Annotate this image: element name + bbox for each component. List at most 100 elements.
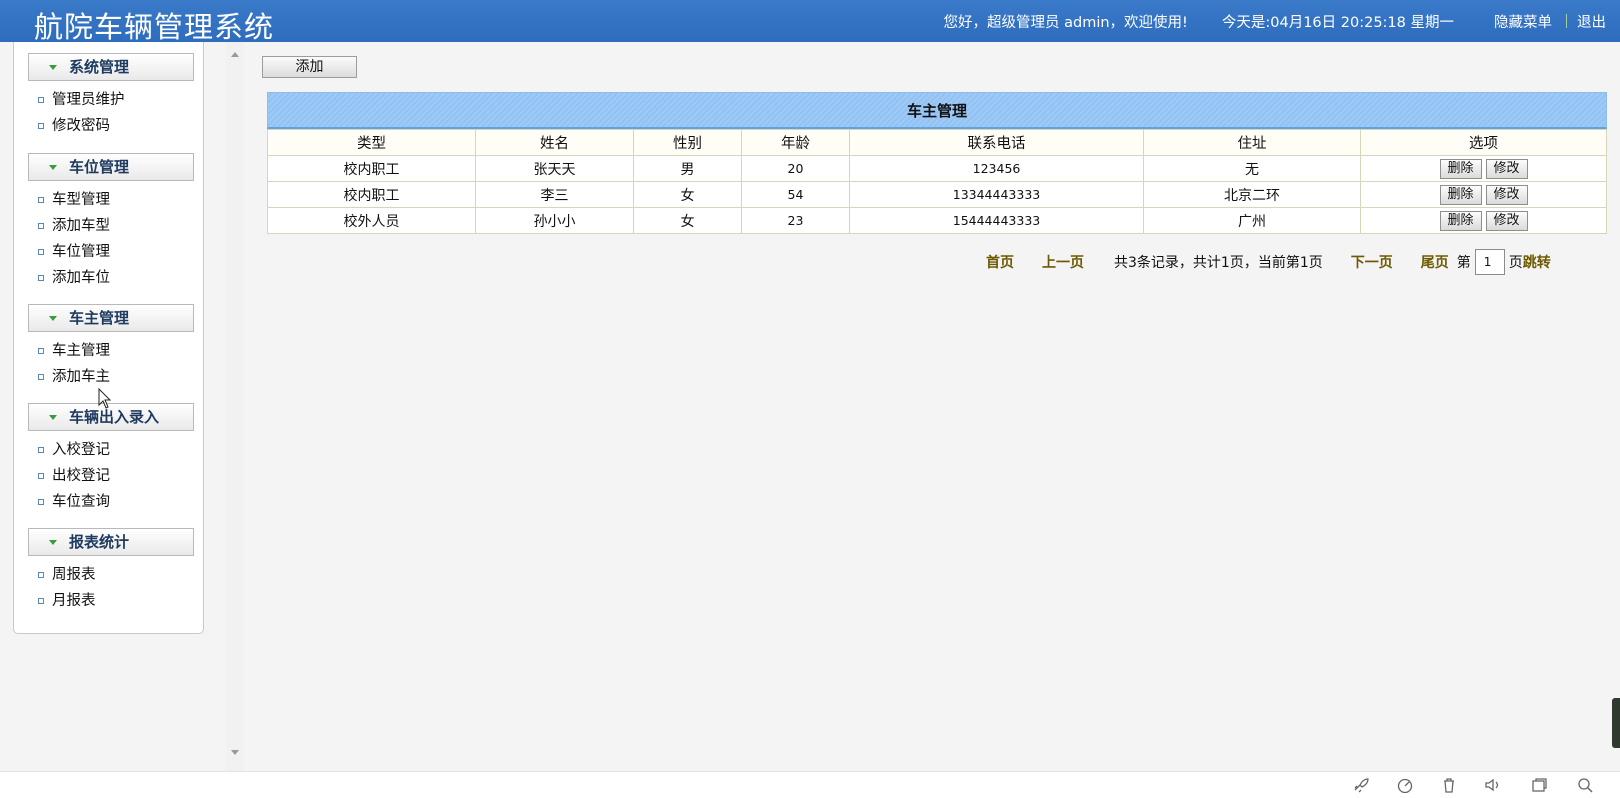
menu-label: 管理员维护 [52,92,125,108]
rocket-icon[interactable] [1352,777,1370,793]
menu-item-owner-manage[interactable]: 车主管理 [38,340,110,362]
browser-bottom-bar [0,771,1620,798]
edit-button[interactable]: 修改 [1485,158,1528,179]
menu-item-admin-maintain[interactable]: 管理员维护 [38,89,125,111]
cell-gender: 男 [633,155,742,182]
bullet-icon [38,473,44,479]
col-address: 住址 [1143,129,1361,156]
section-reports[interactable]: 报表统计 [28,528,194,556]
section-title: 车位管理 [69,158,130,176]
menu-item-car-type[interactable]: 车型管理 [38,189,110,211]
menu-item-weekly-report[interactable]: 周报表 [38,564,96,586]
menu-item-monthly-report[interactable]: 月报表 [38,590,96,612]
cell-phone: 15444443333 [849,207,1144,234]
window-icon[interactable] [1530,777,1548,793]
bullet-icon [38,447,44,453]
speedometer-icon[interactable] [1396,777,1414,793]
menu-label: 车位管理 [52,244,110,260]
menu-label: 周报表 [52,567,96,583]
cell-name: 李三 [475,181,634,208]
bullet-icon [38,223,44,229]
menu-label: 车主管理 [52,343,110,359]
hide-menu-link[interactable]: 隐藏菜单 [1494,11,1552,32]
prev-page-link[interactable]: 上一页 [1042,252,1084,272]
page-number-input[interactable]: 1 [1474,249,1505,275]
col-options: 选项 [1360,129,1607,156]
scroll-up-icon[interactable] [231,52,239,57]
first-page-link[interactable]: 首页 [986,252,1014,272]
menu-item-exit-register[interactable]: 出校登记 [38,465,110,487]
bullet-icon [38,348,44,354]
search-icon[interactable] [1576,777,1594,793]
table-header-row: 类型 姓名 性别 年龄 联系电话 住址 选项 [267,129,1607,156]
delete-button[interactable]: 删除 [1439,158,1482,179]
col-gender: 性别 [633,129,742,156]
section-title: 系统管理 [69,58,130,76]
section-title: 报表统计 [69,533,130,551]
cell-type: 校内职工 [267,155,476,182]
bullet-icon [38,499,44,505]
cell-address: 北京二环 [1143,181,1361,208]
table-caption: 车主管理 [267,92,1607,129]
bullet-icon [38,249,44,255]
cell-type: 校外人员 [267,207,476,234]
bullet-icon [38,197,44,203]
jump-link[interactable]: 跳转 [1523,252,1551,272]
page-summary: 共3条记录，共计1页，当前第1页 [1114,255,1323,271]
main-content: 添加 车主管理 类型 姓名 性别 年龄 联系电话 住址 选项 校内职工 张天天 … [250,42,1610,771]
col-age: 年龄 [741,129,850,156]
sidebar: 系统管理 管理员维护 修改密码 车位管理 车型管理 添加车型 车位管理 添加车位… [13,42,204,634]
collapse-arrow-icon [49,415,57,420]
menu-item-parking-query[interactable]: 车位查询 [38,491,110,513]
section-parking[interactable]: 车位管理 [28,153,194,181]
speaker-icon[interactable] [1484,777,1502,793]
menu-item-change-password[interactable]: 修改密码 [38,115,110,137]
last-page-link[interactable]: 尾页 [1421,252,1449,272]
collapse-arrow-icon [49,540,57,545]
table-row: 校内职工 张天天 男 20 123456 无 删除 修改 [267,155,1607,182]
menu-item-parking-manage[interactable]: 车位管理 [38,241,110,263]
edit-button[interactable]: 修改 [1485,184,1528,205]
table-row: 校内职工 李三 女 54 13344443333 北京二环 删除 修改 [267,181,1607,208]
menu-label: 添加车主 [52,369,110,385]
next-page-link[interactable]: 下一页 [1351,252,1393,272]
app-title: 航院车辆管理系统 [34,10,275,44]
scroll-down-icon[interactable] [231,750,239,755]
bullet-icon [38,275,44,281]
section-system[interactable]: 系统管理 [28,53,194,81]
bullet-icon [38,598,44,604]
col-type: 类型 [267,129,476,156]
add-button[interactable]: 添加 [262,56,357,78]
header-right: 您好，超级管理员 admin，欢迎使用! 今天是:04月16日 20:25:18… [944,0,1620,42]
bullet-icon [38,123,44,129]
bullet-icon [38,97,44,103]
section-owner[interactable]: 车主管理 [28,304,194,332]
menu-item-add-owner[interactable]: 添加车主 [38,366,110,388]
delete-button[interactable]: 删除 [1439,210,1482,231]
header-divider [1566,14,1567,28]
collapse-arrow-icon [49,316,57,321]
side-panel-handle[interactable] [1612,698,1620,748]
menu-label: 添加车位 [52,270,110,286]
menu-item-add-parking[interactable]: 添加车位 [38,267,110,289]
owner-table: 车主管理 类型 姓名 性别 年龄 联系电话 住址 选项 校内职工 张天天 男 2… [267,92,1607,234]
menu-item-entry-register[interactable]: 入校登记 [38,439,110,461]
bullet-icon [38,374,44,380]
greeting-text: 您好，超级管理员 admin，欢迎使用! [943,14,1188,31]
cell-options: 删除 修改 [1360,181,1607,208]
cell-name: 孙小小 [475,207,634,234]
logout-link[interactable]: 退出 [1577,11,1606,32]
menu-label: 出校登记 [52,468,110,484]
collapse-arrow-icon [49,65,57,70]
sidebar-scrollbar[interactable] [226,42,244,771]
menu-item-add-car-type[interactable]: 添加车型 [38,215,110,237]
cell-age: 23 [741,207,850,234]
cell-options: 删除 修改 [1360,155,1607,182]
delete-button[interactable]: 删除 [1439,184,1482,205]
menu-label: 入校登记 [52,442,110,458]
pagination: 首页 上一页 共3条记录，共计1页，当前第1页 下一页 尾页 第 1 页 跳转 [986,248,1551,276]
top-header: 航院车辆管理系统 您好，超级管理员 admin，欢迎使用! 今天是:04月16日… [0,0,1620,44]
cell-address: 广州 [1143,207,1361,234]
trash-icon[interactable] [1440,777,1458,793]
edit-button[interactable]: 修改 [1485,210,1528,231]
